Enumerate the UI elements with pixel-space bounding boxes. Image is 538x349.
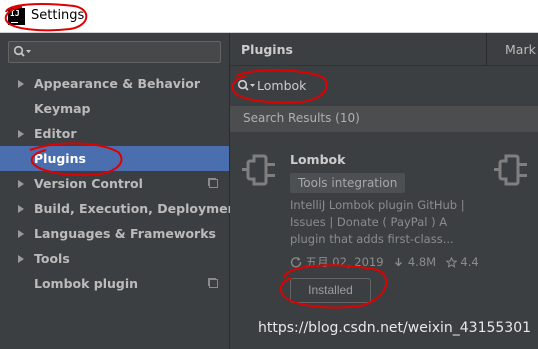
refresh-icon — [290, 257, 302, 268]
plugin-rating: 4.4 — [460, 255, 479, 269]
project-settings-icon — [209, 179, 218, 188]
plugin-plug-icon — [242, 154, 275, 186]
plugin-search-input[interactable]: Lombok — [230, 66, 538, 106]
plugin-name[interactable]: Lombok — [290, 152, 345, 167]
intellij-logo-icon: IJ — [8, 8, 25, 25]
search-results-header: Search Results (10) — [230, 106, 538, 132]
sidebar-item-label: Lombok plugin — [34, 276, 139, 291]
plugin-list: Lombok Tools integration IntelliJ Lombok… — [230, 132, 538, 349]
sidebar-item-build-execution-deployment[interactable]: Build, Execution, Deployment — [0, 196, 242, 221]
plugin-downloads: 4.8M — [407, 255, 437, 269]
search-icon — [237, 79, 255, 91]
title-bar: IJ Settings — [0, 0, 538, 33]
sidebar-item-label: Languages & Frameworks — [34, 226, 216, 241]
sidebar-item-plugins[interactable]: Plugins — [0, 146, 229, 171]
plugin-search-value: Lombok — [257, 78, 307, 93]
sidebar-item-languages-frameworks[interactable]: Languages & Frameworks — [0, 221, 229, 246]
sidebar-item-label: Keymap — [34, 101, 91, 116]
sidebar-item-label: Appearance & Behavior — [34, 76, 200, 91]
sidebar-item-editor[interactable]: Editor — [0, 121, 229, 146]
search-icon — [13, 45, 31, 57]
watermark: https://blog.csdn.net/weixin_43155301 — [258, 320, 532, 336]
expand-arrow-icon[interactable] — [18, 130, 24, 138]
installed-button[interactable]: Installed — [290, 278, 371, 303]
expand-arrow-icon[interactable] — [18, 80, 24, 88]
sidebar-item-label: Version Control — [34, 176, 143, 191]
sidebar-item-label: Plugins — [34, 151, 86, 166]
download-icon — [395, 257, 403, 266]
tab-marketplace[interactable]: Mark — [505, 42, 536, 57]
sidebar-item-version-control[interactable]: Version Control — [0, 171, 229, 196]
plugin-plug-icon — [494, 154, 527, 186]
expand-arrow-icon[interactable] — [18, 205, 24, 213]
sidebar-item-label: Build, Execution, Deployment — [34, 201, 243, 216]
expand-arrow-icon[interactable] — [18, 180, 24, 188]
page-title: Plugins — [241, 42, 293, 57]
sidebar-item-label: Editor — [34, 126, 77, 141]
settings-search-input[interactable] — [8, 41, 221, 63]
expand-arrow-icon[interactable] — [18, 255, 24, 263]
plugins-header: Plugins Mark — [230, 33, 538, 66]
project-settings-icon — [209, 279, 218, 288]
plugin-date: 五月 02, 2019 — [305, 255, 384, 269]
settings-sidebar: Appearance & Behavior Keymap Editor Plug… — [0, 33, 242, 349]
sidebar-item-appearance-behavior[interactable]: Appearance & Behavior — [0, 71, 229, 96]
window-title: Settings — [31, 8, 85, 23]
star-icon — [445, 256, 458, 268]
plugin-description: IntelliJ Lombok plugin GitHub | Issues |… — [290, 198, 465, 246]
tab-divider — [486, 33, 487, 66]
plugin-meta: 五月 02, 2019 4.8M 4.4 — [290, 254, 479, 270]
settings-tree: Appearance & Behavior Keymap Editor Plug… — [0, 71, 242, 296]
sidebar-item-tools[interactable]: Tools — [0, 246, 229, 271]
expand-arrow-icon[interactable] — [18, 230, 24, 238]
sidebar-item-keymap[interactable]: Keymap — [0, 96, 229, 121]
plugin-category-tag[interactable]: Tools integration — [290, 173, 406, 193]
sidebar-item-label: Tools — [34, 251, 70, 266]
search-results-count: Search Results (10) — [243, 111, 360, 125]
sidebar-item-lombok-plugin[interactable]: Lombok plugin — [0, 271, 229, 296]
